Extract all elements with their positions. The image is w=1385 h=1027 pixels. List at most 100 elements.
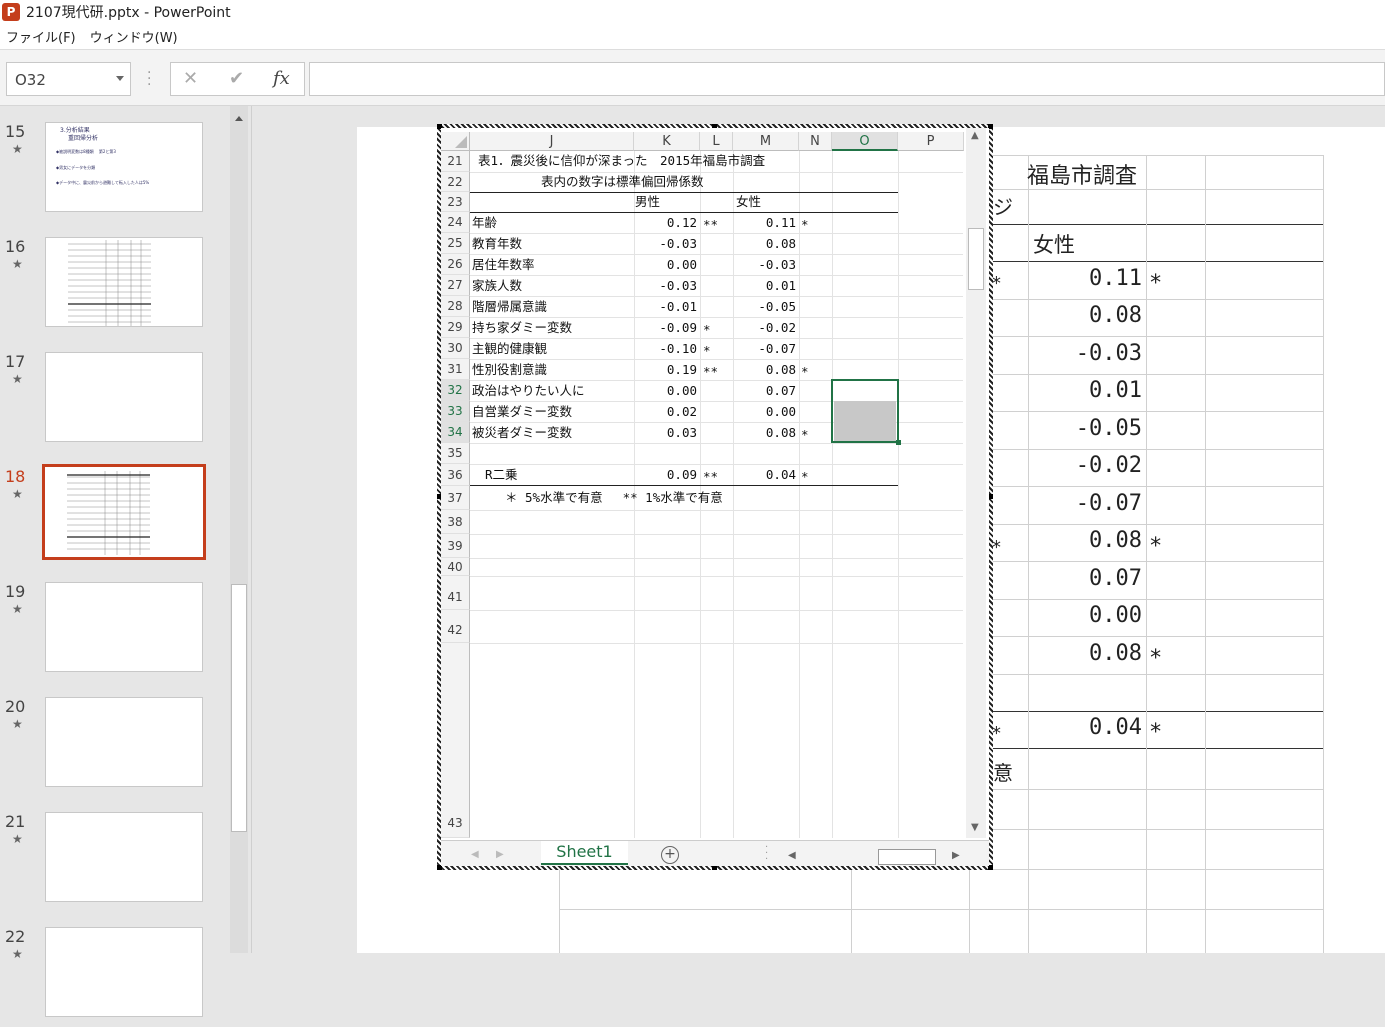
row-header[interactable]: 24 [441, 212, 470, 233]
animation-star-icon: ★ [12, 947, 23, 961]
spreadsheet-grid[interactable]: J K L M N O P 21 22 23 24 25 26 27 28 29… [441, 128, 964, 838]
row-header[interactable]: 41 [441, 576, 470, 610]
row-header[interactable]: 39 [441, 534, 470, 558]
column-header-K[interactable]: K [634, 132, 700, 151]
male-value: -0.10 [659, 341, 697, 356]
grid-line [470, 576, 963, 577]
sheet-vertical-scrollbar[interactable]: ▲ ▼ [966, 128, 986, 838]
scrollbar-thumb[interactable] [231, 584, 247, 832]
drag-handle-icon[interactable]: · · · [147, 66, 151, 92]
fill-handle[interactable] [896, 440, 901, 445]
select-all-corner[interactable] [441, 132, 470, 151]
menu-window[interactable]: ウィンドウ(W) [90, 27, 178, 46]
thumbnail-18[interactable]: 18 ★ [0, 464, 230, 567]
row-header[interactable]: 30 [441, 338, 470, 359]
thumbnail-image[interactable] [45, 697, 203, 787]
thumbnail-image-selected[interactable] [42, 464, 206, 560]
chevron-down-icon[interactable] [116, 76, 124, 81]
column-header-L[interactable]: L [700, 132, 733, 151]
row-header[interactable]: 40 [441, 558, 470, 576]
cell-selection[interactable] [831, 379, 899, 443]
scroll-down-icon[interactable]: ▼ [971, 822, 979, 833]
powerpoint-icon: P [2, 3, 20, 21]
row-label: 被災者ダミー変数 [472, 425, 573, 440]
slide-table-star: * [1149, 271, 1163, 296]
row-label: 家族人数 [472, 278, 523, 293]
slide-table-female-header: 女性 [1033, 233, 1075, 257]
grid-line [470, 275, 963, 276]
thumbnail-image[interactable] [45, 237, 203, 327]
name-box[interactable]: O32 [6, 62, 131, 96]
row-header[interactable]: 34 [441, 422, 470, 443]
slide-number: 18 [5, 467, 26, 486]
thumbnail-scrollbar[interactable] [230, 106, 248, 953]
excel-window: J K L M N O P 21 22 23 24 25 26 27 28 29… [441, 128, 989, 866]
column-header-M[interactable]: M [733, 132, 799, 151]
tab-next-icon[interactable]: ▶ [496, 849, 504, 860]
embedded-excel-object[interactable]: J K L M N O P 21 22 23 24 25 26 27 28 29… [437, 124, 993, 870]
sheet-horizontal-scrollbar[interactable]: ◀ ▶ [786, 849, 966, 865]
formula-input[interactable] [309, 62, 1385, 96]
row-header[interactable]: 37 [441, 486, 470, 510]
grid-line [470, 558, 963, 559]
name-box-value: O32 [15, 71, 46, 89]
scrollbar-thumb[interactable] [968, 228, 984, 290]
add-sheet-icon[interactable]: + [661, 846, 679, 864]
thumbnail-17[interactable]: 17 ★ [0, 352, 230, 452]
row-header[interactable]: 28 [441, 296, 470, 317]
male-value: -0.09 [659, 320, 697, 335]
row-header[interactable]: 42 [441, 610, 470, 643]
scroll-up-icon[interactable] [235, 116, 243, 121]
row-header[interactable]: 27 [441, 275, 470, 296]
slide-table-note: 意 [993, 761, 1013, 785]
column-header-P[interactable]: P [898, 132, 964, 151]
title-bar: P 2107現代研.pptx - PowerPoint [0, 0, 1385, 24]
row-header[interactable]: 43 [441, 643, 470, 838]
cancel-icon[interactable]: ✕ [183, 68, 198, 89]
row-header[interactable]: 36 [441, 464, 470, 486]
female-value: 0.00 [765, 404, 796, 419]
scrollbar-thumb[interactable] [878, 849, 936, 865]
menu-file[interactable]: ファイル(F) [6, 27, 76, 46]
row-label: 持ち家ダミー変数 [472, 320, 573, 335]
row-header[interactable]: 23 [441, 192, 470, 212]
scroll-up-icon[interactable]: ▲ [971, 130, 979, 141]
check-icon[interactable]: ✔ [229, 68, 244, 89]
row-header[interactable]: 29 [441, 317, 470, 338]
column-header-O[interactable]: O [832, 132, 898, 151]
fx-icon[interactable]: fx [273, 68, 290, 89]
thumbnail-image[interactable] [45, 582, 203, 672]
row-header[interactable]: 22 [441, 172, 470, 192]
tab-prev-icon[interactable]: ◀ [471, 849, 479, 860]
row-header[interactable]: 21 [441, 151, 470, 172]
thumbnail-19[interactable]: 19 ★ [0, 582, 230, 682]
thumbnail-image[interactable] [45, 927, 203, 1017]
grid-line [470, 643, 963, 644]
row-header[interactable]: 35 [441, 443, 470, 464]
animation-star-icon: ★ [12, 717, 23, 731]
scroll-left-icon[interactable]: ◀ [788, 850, 796, 861]
column-header-J[interactable]: J [470, 132, 634, 151]
row-header[interactable]: 33 [441, 401, 470, 422]
thumbnail-image[interactable] [45, 352, 203, 442]
scroll-right-icon[interactable]: ▶ [952, 850, 960, 861]
column-header-N[interactable]: N [799, 132, 832, 151]
row-header[interactable]: 31 [441, 359, 470, 380]
slide-table-cell: 0.08 [1089, 528, 1142, 553]
row-header[interactable]: 38 [441, 510, 470, 534]
thumbnail-22[interactable]: 22 ★ [0, 927, 230, 1027]
thumbnail-image[interactable] [45, 812, 203, 902]
thumbnail-image[interactable]: 3.分析結果 重回帰分析 ◆被説明変数は8種類 第2と第3 ◆男女にデータを分類… [45, 122, 203, 212]
row-header[interactable]: 26 [441, 254, 470, 275]
thumbnail-15[interactable]: 15 ★ 3.分析結果 重回帰分析 ◆被説明変数は8種類 第2と第3 ◆男女にデ… [0, 122, 230, 222]
row-header[interactable]: 32 [441, 380, 470, 401]
animation-star-icon: ★ [12, 487, 23, 501]
tab-sheet1[interactable]: Sheet1 [541, 841, 628, 865]
row-header[interactable]: 25 [441, 233, 470, 254]
thumbnail-20[interactable]: 20 ★ [0, 697, 230, 797]
thumbnail-16[interactable]: 16 ★ [0, 237, 230, 337]
female-value: -0.03 [758, 257, 796, 272]
male-sig: ** [703, 364, 719, 379]
thumbnail-21[interactable]: 21 ★ [0, 812, 230, 912]
splitter-icon[interactable]: · · · [765, 843, 768, 865]
